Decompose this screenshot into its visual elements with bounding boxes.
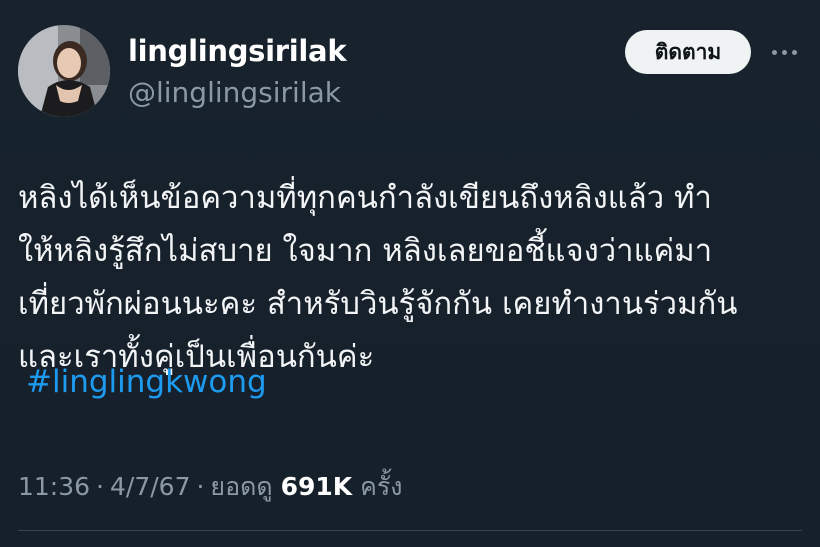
separator: ·: [96, 472, 104, 501]
avatar[interactable]: [18, 25, 110, 117]
tweet-text: หลิงได้เห็นข้อความที่ทุกคนกำลังเขียนถึงห…: [18, 172, 808, 384]
hashtag-link[interactable]: #linglingkwong: [26, 364, 267, 400]
author-handle[interactable]: @linglingsirilak: [128, 76, 341, 109]
tweet-time[interactable]: 11:36: [18, 472, 90, 501]
tweet-text-line: หลิงได้เห็นข้อความที่ทุกคนกำลังเขียนถึงห…: [18, 180, 712, 216]
divider: [18, 530, 802, 531]
dot: [791, 49, 797, 55]
dot: [771, 49, 777, 55]
separator: ·: [196, 472, 205, 501]
tweet-card: linglingsirilak @linglingsirilak ติดตาม …: [0, 0, 820, 547]
follow-button[interactable]: ติดตาม: [625, 30, 751, 74]
tweet-text-line: เที่ยวพักผ่อนนะคะ สำหรับวินรู้จักกัน เคย…: [18, 286, 738, 322]
views-count: 691K: [280, 472, 353, 501]
tweet-date[interactable]: 4/7/67: [110, 472, 190, 501]
tweet-text-line: ให้หลิงรู้สึกไม่สบาย ใจมาก หลิงเลยขอชี้แ…: [18, 233, 713, 269]
views-label: ยอดดู: [210, 472, 273, 501]
avatar-image: [18, 25, 110, 117]
views-unit: ครั้ง: [360, 472, 403, 501]
more-horizontal-icon[interactable]: [764, 36, 804, 68]
dot: [781, 49, 787, 55]
author-display-name[interactable]: linglingsirilak: [128, 34, 347, 68]
tweet-metadata: 11:36 · 4/7/67 · ยอดดู 691K ครั้ง: [18, 467, 402, 507]
